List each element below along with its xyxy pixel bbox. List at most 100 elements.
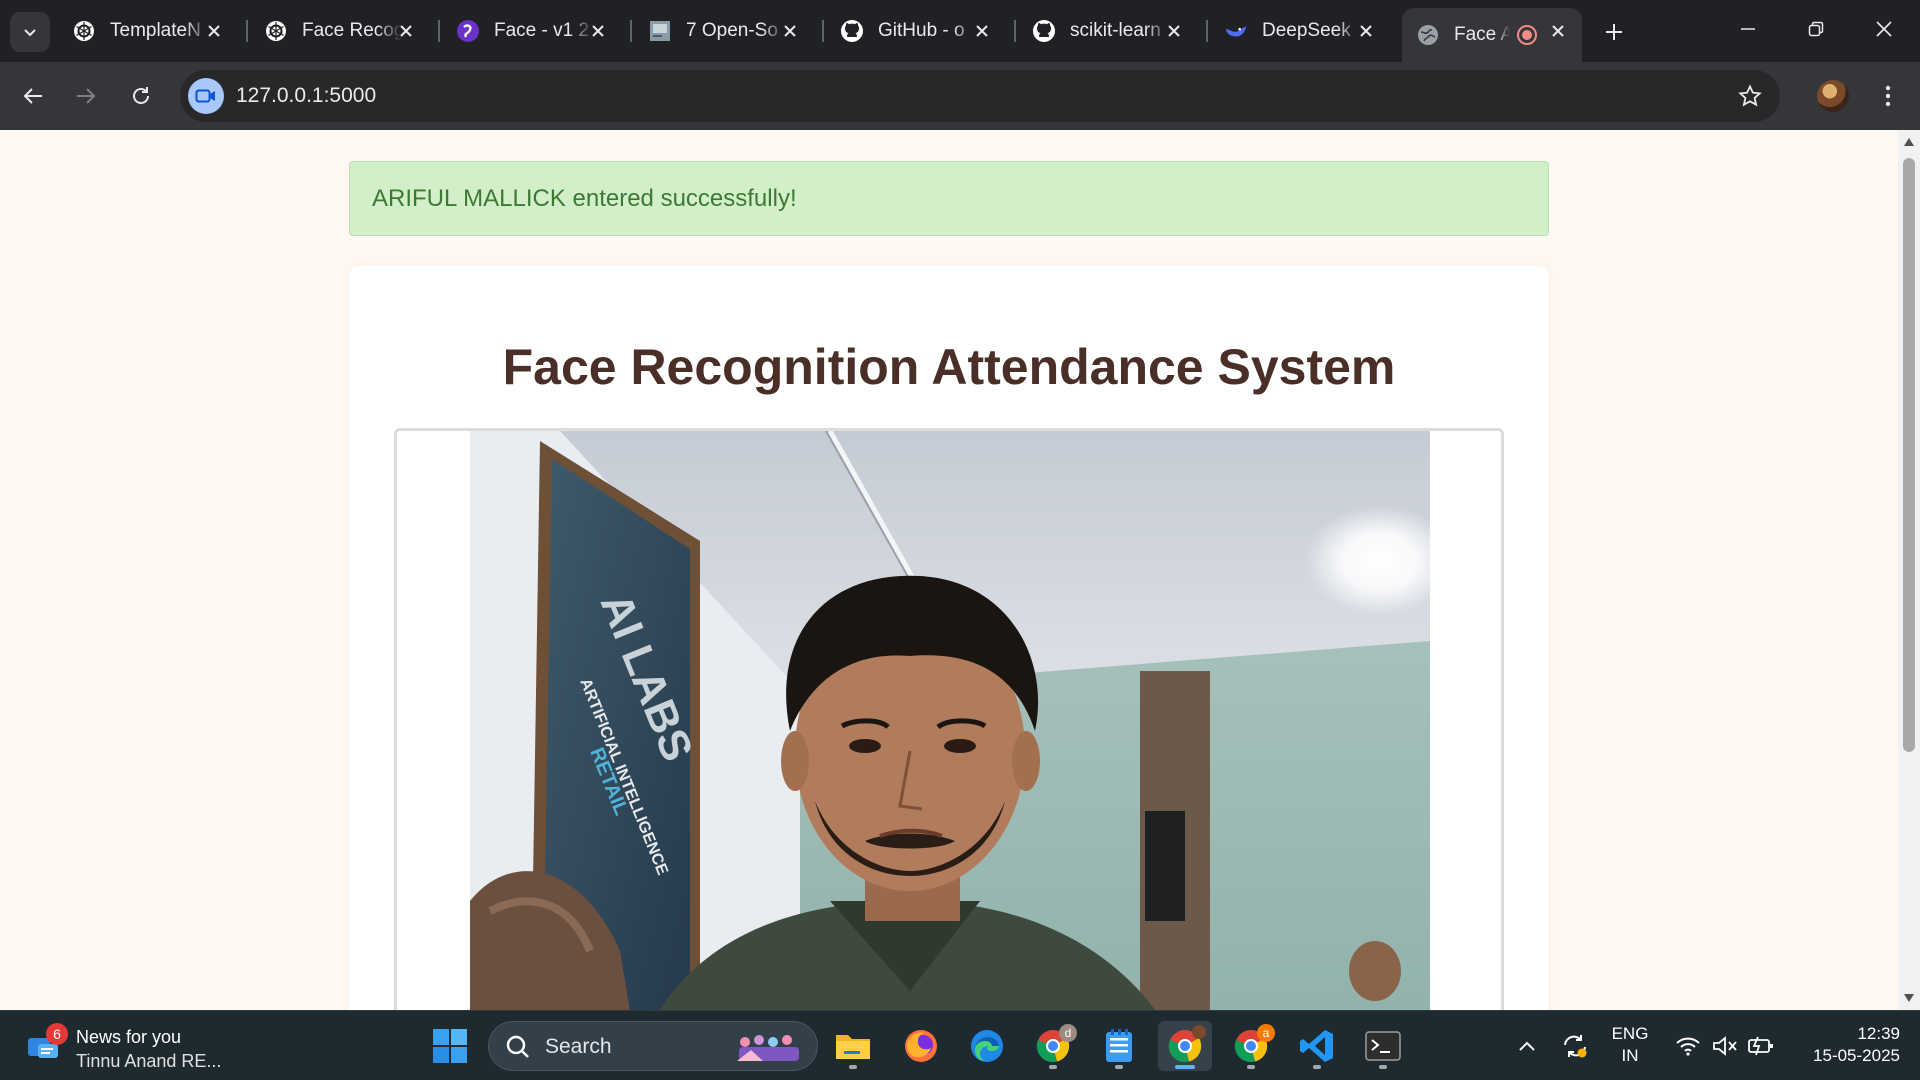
running-indicator [1115,1065,1123,1069]
notification-badge: 6 [46,1023,68,1045]
folder-icon [836,1035,870,1059]
tab-title: Face - v1 2 [494,20,590,41]
chevron-down-icon [24,29,36,37]
success-alert: ARIFUL MALLICK entered successfully! [349,161,1549,236]
profile-avatar[interactable] [1817,80,1849,112]
input-language[interactable]: ENG IN [1608,1023,1652,1067]
region-code: IN [1621,1046,1639,1065]
battery-status[interactable] [1746,1029,1776,1063]
battery-charging-icon [1748,1036,1773,1056]
close-icon[interactable] [1354,19,1378,43]
volume-status[interactable] [1710,1029,1740,1063]
close-icon[interactable] [970,19,994,43]
firefox-icon [905,1030,937,1062]
running-indicator [1049,1065,1057,1069]
clock-time: 12:39 [1857,1024,1900,1043]
globe-icon [1416,23,1440,47]
wifi-status[interactable] [1672,1029,1704,1063]
article-icon [648,19,672,43]
close-icon[interactable] [394,19,418,43]
tab-separator [1206,20,1208,42]
recording-icon [1516,24,1538,46]
close-window-button[interactable] [1850,0,1918,58]
url-text[interactable]: 127.0.0.1:5000 [236,84,376,108]
close-icon[interactable] [202,19,226,43]
tab-face-recog[interactable]: Face Recog [250,8,430,54]
vscode-app[interactable] [1290,1021,1344,1071]
star-icon [1738,84,1762,107]
sync-tray-button[interactable] [1558,1029,1592,1063]
minimize-button[interactable] [1714,0,1782,58]
close-icon[interactable] [1546,19,1570,43]
running-indicator [1247,1065,1255,1069]
close-icon[interactable] [586,19,610,43]
scroll-up-arrow[interactable] [1903,136,1915,148]
search-icon [506,1035,529,1058]
camera-icon [195,89,215,103]
tab-open-source[interactable]: 7 Open-So [634,8,814,54]
tab-title: Face Recog [302,20,402,41]
start-button[interactable] [430,1026,470,1066]
close-icon[interactable] [1162,19,1186,43]
clock-date: 15-05-2025 [1813,1046,1900,1065]
notepad-app[interactable] [1092,1021,1146,1071]
tab-roboflow[interactable]: Face - v1 2 [442,8,622,54]
tab-title: 7 Open-So [686,20,778,41]
chrome-profile-d-app[interactable]: d [1026,1021,1080,1071]
tab-title: scikit-learn [1070,20,1161,41]
firefox-app[interactable] [894,1021,948,1071]
browser-menu-button[interactable] [1868,74,1908,118]
address-bar[interactable]: 127.0.0.1:5000 [180,70,1780,122]
show-hidden-icons-button[interactable] [1512,1029,1542,1063]
news-subtitle: Tinnu Anand RE... [76,1051,222,1071]
tab-deepseek[interactable]: DeepSeek [1210,8,1390,54]
tab-separator [438,20,440,42]
tab-templaten[interactable]: TemplateN [58,8,238,54]
alert-message: ARIFUL MALLICK entered successfully! [372,184,797,212]
minimize-icon [1741,28,1755,30]
arrow-left-icon [23,88,42,104]
vscode-icon [1300,1030,1333,1062]
roboflow-icon [456,19,480,43]
chrome-app[interactable] [1158,1021,1212,1071]
sync-icon [1564,1035,1587,1058]
back-button[interactable] [11,74,55,118]
tab-title: TemplateN [110,20,201,41]
tab-github[interactable]: GitHub - o [826,8,1006,54]
tab-face-attendance[interactable]: Face A [1402,8,1582,62]
chrome-profile-a-app[interactable]: a [1224,1021,1278,1071]
new-tab-button[interactable] [1594,12,1634,52]
bookmark-button[interactable] [1734,80,1766,112]
clock[interactable]: 12:39 15-05-2025 [1790,1023,1900,1067]
page-viewport: ARIFUL MALLICK entered successfully! Fac… [0,130,1898,1010]
reload-button[interactable] [119,74,163,118]
video-frame: AI LABS ARTIFICIAL INTELLIGENCE RETAIL [394,428,1504,1010]
scroll-thumb[interactable] [1903,158,1915,752]
chevron-up-icon [1519,1041,1535,1051]
edge-app[interactable] [960,1021,1014,1071]
tab-separator [246,20,248,42]
taskbar-search[interactable]: Search [488,1021,818,1071]
tab-scikit-learn[interactable]: scikit-learn [1018,8,1198,54]
terminal-icon [1365,1031,1401,1061]
search-highlight-icon [737,1035,799,1061]
page-scrollbar[interactable] [1898,130,1920,1010]
scroll-down-arrow[interactable] [1903,992,1915,1004]
tab-search-button[interactable] [10,12,50,52]
news-widget[interactable]: 6 News for you Tinnu Anand RE... [26,1021,226,1071]
edge-icon [971,1030,1003,1062]
running-indicator [1379,1065,1387,1069]
restore-button[interactable] [1782,0,1850,58]
terminal-app[interactable] [1356,1021,1410,1071]
arrow-right-icon [77,88,96,104]
running-indicator [849,1065,857,1069]
news-title: News for you [76,1027,182,1047]
running-indicator [1313,1065,1321,1069]
file-explorer-app[interactable] [826,1021,880,1071]
notepad-icon [1106,1029,1132,1062]
close-icon[interactable] [778,19,802,43]
webcam-image: AI LABS ARTIFICIAL INTELLIGENCE RETAIL [470,431,1430,1010]
forward-button[interactable] [64,74,108,118]
triangle-up-icon [1904,138,1914,146]
site-info-button[interactable] [188,78,224,114]
